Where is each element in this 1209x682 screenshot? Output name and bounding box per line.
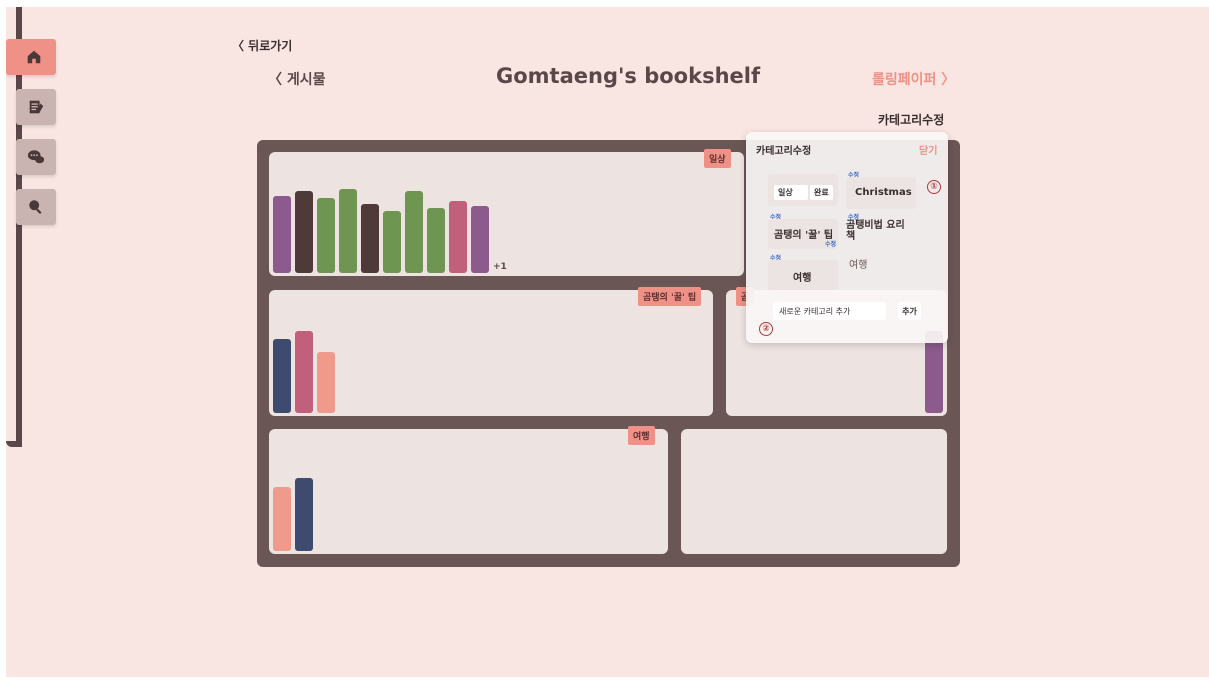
back-link[interactable]: 〈 뒤로가기 (232, 37, 292, 54)
book[interactable] (471, 206, 489, 273)
nav-chat-button[interactable] (16, 139, 56, 175)
category-name: 여행 (793, 273, 812, 284)
book[interactable] (273, 487, 291, 551)
more-books-count: +1 (493, 262, 507, 272)
category-edit-popup: 카테고리수정 닫기 일상 완료 수정 Christmas ① 수정 곰탱의 '꿀… (746, 132, 948, 343)
done-button[interactable]: 완료 (810, 185, 833, 200)
category-name: 곰탱비법 요리책 (846, 220, 905, 242)
close-button[interactable]: 닫기 (919, 142, 937, 157)
popup-title: 카테고리수정 (756, 146, 812, 157)
category-card[interactable]: 여행 (768, 260, 838, 290)
shelf-section-travel[interactable]: 여행 (269, 426, 668, 554)
category-card-editing[interactable]: 일상 완료 (768, 174, 838, 206)
book[interactable] (405, 191, 423, 273)
book[interactable] (295, 331, 313, 413)
category-name: 여행 (849, 260, 868, 271)
book[interactable] (317, 198, 335, 273)
category-name-input[interactable]: 일상 (774, 185, 808, 200)
category-name: Christmas (855, 187, 912, 198)
book[interactable] (273, 339, 291, 413)
book[interactable] (383, 211, 401, 273)
home-icon (27, 50, 41, 64)
book[interactable] (339, 189, 357, 273)
chat-icon (27, 150, 45, 164)
nav-home-button[interactable] (6, 39, 56, 75)
add-category-button[interactable]: 추가 (898, 302, 921, 320)
search-icon (29, 200, 42, 215)
book[interactable] (317, 352, 335, 413)
shelf-section-tips[interactable]: 곰탱의 '꿀' 팁 (269, 287, 713, 416)
book[interactable] (925, 331, 943, 413)
marker-2: ② (759, 322, 773, 336)
book[interactable] (449, 201, 467, 273)
page: 〈 뒤로가기 〈 게시물 Gomtaeng's bookshelf 롤링페이퍼 … (6, 7, 1209, 677)
book[interactable] (295, 191, 313, 273)
section-tag-daily: 일상 (704, 149, 731, 168)
edit-badge[interactable]: 수정 (825, 239, 836, 248)
page-title: Gomtaeng's bookshelf (496, 64, 761, 88)
nav-search-button[interactable] (16, 189, 56, 225)
new-category-input[interactable]: 새로운 카테고리 추가 (773, 302, 886, 320)
shelf-section-daily[interactable]: 일상 +1 (269, 149, 744, 276)
posts-icon (29, 100, 44, 114)
section-tag-travel: 여행 (628, 426, 655, 445)
nav-posts-button[interactable] (16, 89, 56, 125)
section-tag-tips: 곰탱의 '꿀' 팁 (638, 287, 702, 306)
book[interactable] (295, 478, 313, 551)
edit-categories-button[interactable]: 카테고리수정 (878, 111, 944, 128)
book[interactable] (361, 204, 379, 273)
category-card[interactable]: Christmas (846, 177, 916, 209)
next-page-link[interactable]: 롤링페이퍼 〉 (872, 69, 955, 89)
prev-page-link[interactable]: 〈 게시물 (268, 69, 326, 89)
marker-1: ① (927, 180, 941, 194)
book[interactable] (273, 196, 291, 273)
shelf-section-empty[interactable] (681, 429, 947, 554)
book[interactable] (427, 208, 445, 273)
